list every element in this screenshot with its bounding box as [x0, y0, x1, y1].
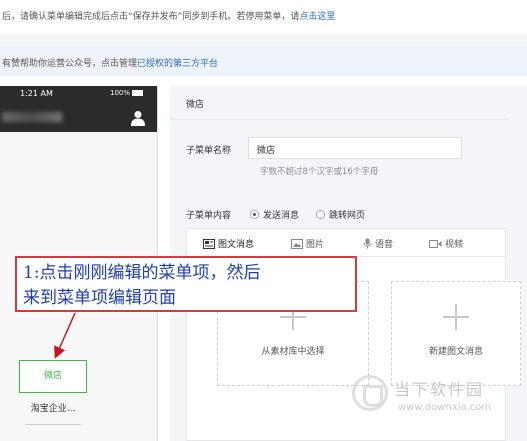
- phone-status-bar: 1:21 AM 100%: [0, 86, 157, 104]
- user-icon[interactable]: [131, 110, 145, 126]
- content-type-tabs: 图文消息 图片 语音 视频: [187, 229, 507, 257]
- editor-title: 微店: [170, 86, 510, 120]
- tab-video[interactable]: 视频: [429, 237, 463, 250]
- publish-notice-text: 后，请确认菜单编辑完成后点击“保存并发布”同步到手机。若停用菜单，请: [2, 12, 300, 22]
- video-icon: [429, 240, 442, 248]
- tab-voice-label: 语音: [375, 240, 394, 250]
- microphone-icon: [363, 238, 372, 249]
- watermark-brand: 当下软件园: [394, 380, 485, 399]
- new-news-button[interactable]: 新建图文消息: [391, 281, 521, 386]
- tab-video-label: 视频: [445, 240, 464, 250]
- submenu-name-hint: 字数不超过8个汉字或16个字母: [260, 167, 379, 177]
- tab-news[interactable]: 图文消息: [203, 237, 254, 250]
- radio-unchecked-icon: [316, 210, 325, 219]
- third-party-notice: 有赞帮助你运营公众号，点击管理已授权的第三方平台: [0, 46, 527, 76]
- annotation-callout: 1:点击刚刚编辑的菜单项，然后 来到菜单项编辑页面: [15, 256, 357, 312]
- disable-menu-link[interactable]: 点击这里: [299, 12, 335, 22]
- radio-send-label: 发送消息: [263, 211, 300, 221]
- radio-jump-page[interactable]: 跳转网页: [316, 208, 365, 221]
- image-icon: [291, 239, 303, 249]
- section-gap: [0, 34, 527, 46]
- phone-time: 1:21 AM: [20, 89, 53, 98]
- plus-icon: [443, 304, 469, 330]
- third-party-notice-text: 有赞帮助你运营公众号，点击管理: [2, 59, 138, 69]
- new-news-label: 新建图文消息: [428, 347, 483, 357]
- authorized-platform-link[interactable]: 已授权的第三方平台: [137, 59, 218, 69]
- menu-item-taobao[interactable]: 淘宝企业...: [19, 398, 87, 420]
- watermark-logo-icon: [352, 375, 388, 411]
- annotation-line-1: 1:点击刚刚编辑的菜单项，然后: [23, 263, 261, 283]
- tab-image[interactable]: 图片: [291, 237, 324, 250]
- submenu-name-label: 子菜单名称: [186, 146, 232, 156]
- phone-nav-bar: [0, 104, 157, 132]
- tab-news-label: 图文消息: [218, 240, 255, 250]
- radio-checked-icon: [250, 210, 259, 219]
- watermark-url: www.downxia.com: [398, 402, 492, 413]
- menu-item-weidian[interactable]: 微店: [19, 360, 87, 393]
- news-icon: [203, 239, 215, 249]
- menu-divider: [25, 424, 81, 425]
- radio-jump-label: 跳转网页: [329, 211, 366, 221]
- annotation-line-2: 来到菜单项编辑页面: [23, 288, 176, 308]
- tab-voice[interactable]: 语音: [363, 237, 393, 250]
- submenu-content-label: 子菜单内容: [186, 211, 232, 221]
- blurred-account-name: [2, 112, 62, 122]
- battery-icon: [132, 90, 143, 96]
- radio-send-message[interactable]: 发送消息: [250, 208, 299, 221]
- tab-image-label: 图片: [306, 240, 325, 250]
- battery-percent: 100%: [109, 89, 130, 97]
- publish-notice: 后，请确认菜单编辑完成后点击“保存并发布”同步到手机。若停用菜单，请点击这里: [0, 0, 527, 34]
- battery-indicator: 100%: [110, 89, 143, 97]
- submenu-name-input[interactable]: 微店: [248, 137, 462, 159]
- select-from-library-label: 从素材库中选择: [261, 347, 325, 357]
